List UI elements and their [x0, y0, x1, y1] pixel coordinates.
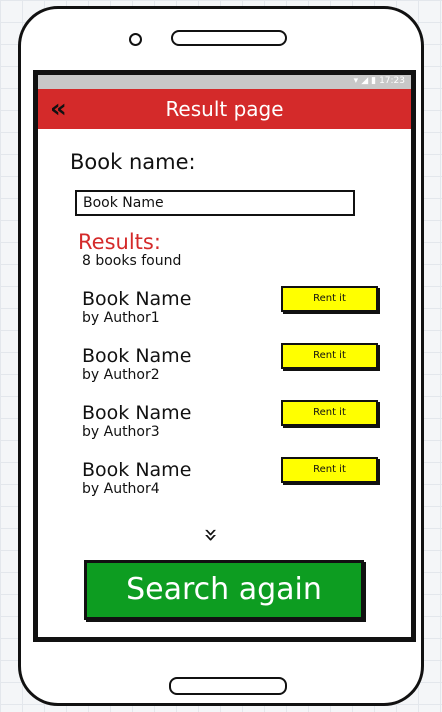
signal-icon: ◢ — [361, 76, 369, 86]
results-count: 8 books found — [82, 253, 182, 269]
book-name: Book Name — [82, 345, 192, 367]
book-name-input[interactable]: Book Name — [75, 190, 355, 216]
page-title: Result page — [165, 97, 284, 121]
double-chevron-down-icon[interactable]: » — [197, 528, 225, 543]
book-author: by Author3 — [82, 424, 160, 440]
result-item: Book Name by Author2 Rent it — [82, 343, 382, 395]
status-time: 17:23 — [379, 76, 405, 86]
book-name-label: Book name: — [70, 150, 196, 174]
result-item: Book Name by Author3 Rent it — [82, 400, 382, 452]
status-icons: ▾ ◢ ▮ 17:23 — [354, 76, 405, 86]
book-author: by Author2 — [82, 367, 160, 383]
title-bar: « Result page — [38, 89, 411, 129]
results-title: Results: — [78, 230, 161, 254]
camera-icon — [129, 33, 142, 46]
status-bar: ▾ ◢ ▮ 17:23 — [38, 75, 411, 89]
result-item: Book Name by Author1 Rent it — [82, 286, 382, 338]
phone-screen: ▾ ◢ ▮ 17:23 « Result page Book name: Boo… — [33, 70, 416, 642]
rent-button[interactable]: Rent it — [281, 400, 378, 426]
book-name: Book Name — [82, 459, 192, 481]
rent-button[interactable]: Rent it — [281, 457, 378, 483]
home-button[interactable] — [169, 677, 287, 695]
rent-button[interactable]: Rent it — [281, 343, 378, 369]
book-name: Book Name — [82, 288, 192, 310]
speaker-grille — [171, 30, 287, 46]
rent-button[interactable]: Rent it — [281, 286, 378, 312]
wifi-icon: ▾ — [353, 76, 359, 86]
battery-icon: ▮ — [371, 76, 377, 86]
book-author: by Author1 — [82, 310, 160, 326]
result-item: Book Name by Author4 Rent it — [82, 457, 382, 509]
book-author: by Author4 — [82, 481, 160, 497]
search-again-button[interactable]: Search again — [84, 560, 364, 620]
book-name: Book Name — [82, 402, 192, 424]
